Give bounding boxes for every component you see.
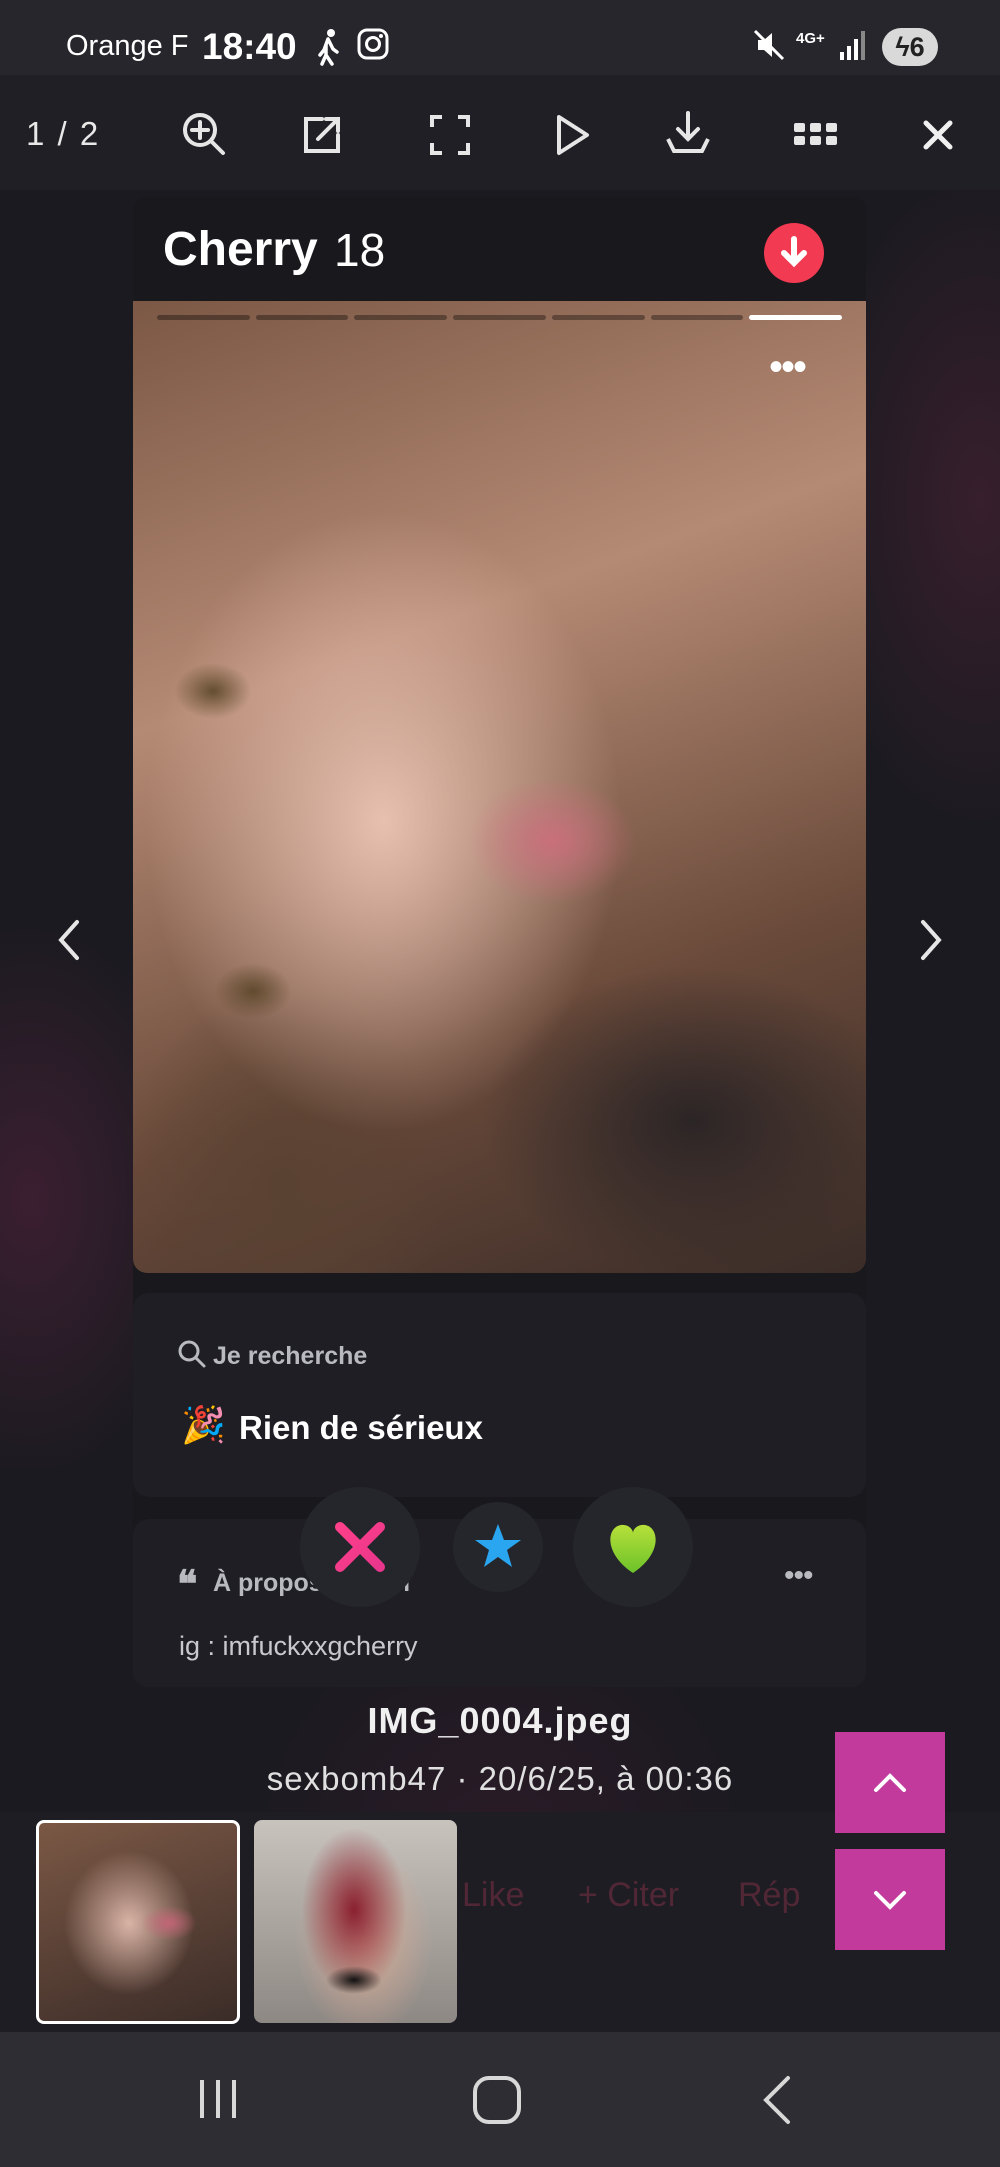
profile-header: Cherry 18 xyxy=(133,197,866,301)
download-icon[interactable] xyxy=(658,105,718,165)
profile-photo[interactable]: ••• xyxy=(133,301,866,1273)
more-options-icon[interactable]: ••• xyxy=(769,345,807,390)
progress-segment xyxy=(255,315,349,320)
carrier-label: Orange F xyxy=(66,30,189,62)
mute-icon xyxy=(753,29,785,61)
battery-level: 6 xyxy=(909,32,925,62)
heart-icon xyxy=(610,1524,656,1573)
instagram-icon xyxy=(357,28,389,60)
next-image-arrow[interactable] xyxy=(895,890,965,990)
battery-indicator: ϟ6 xyxy=(882,28,938,66)
progress-segment xyxy=(157,315,250,320)
back-icon[interactable] xyxy=(752,2072,802,2128)
chevron-down-icon xyxy=(874,1891,906,1910)
about-more-icon[interactable]: ••• xyxy=(784,1559,813,1593)
scroll-down-button[interactable] xyxy=(835,1849,945,1950)
clock: 18:40 xyxy=(202,26,297,67)
open-external-icon[interactable] xyxy=(292,105,352,165)
scroll-up-button[interactable] xyxy=(835,1732,945,1833)
image-counter: 1 / 2 xyxy=(26,115,101,152)
grid-icon[interactable] xyxy=(786,105,846,165)
close-icon[interactable] xyxy=(908,105,968,165)
search-icon xyxy=(178,1340,206,1368)
ghost-quote-label: + Citer xyxy=(578,1876,680,1914)
looking-for-value: Rien de sérieux xyxy=(239,1409,483,1446)
star-icon xyxy=(475,1524,521,1567)
network-label: 4G+ xyxy=(796,30,825,47)
recent-apps-icon[interactable] xyxy=(188,2074,248,2124)
status-bar: Orange F 18:40 4G+ ϟ6 xyxy=(0,0,1000,75)
party-popper-icon: 🎉 xyxy=(181,1404,226,1445)
nope-button[interactable] xyxy=(300,1487,420,1607)
previous-image-arrow[interactable] xyxy=(35,890,105,990)
profile-card: Cherry 18 ••• Je recherche 🎉 Rien de sér… xyxy=(133,197,866,1687)
ghost-like-label: Like xyxy=(462,1876,525,1914)
photo-progress-bar xyxy=(157,315,843,321)
quote-icon: ❝ xyxy=(177,1561,198,1606)
like-button[interactable] xyxy=(573,1487,693,1607)
progress-segment xyxy=(551,315,645,320)
progress-segment xyxy=(453,315,546,320)
progress-segment xyxy=(354,315,448,320)
superlike-button[interactable] xyxy=(453,1502,543,1592)
ghost-reply-label: Rép xyxy=(738,1876,801,1914)
home-icon[interactable] xyxy=(469,2072,525,2128)
play-icon[interactable] xyxy=(541,105,601,165)
thumbnail-1[interactable] xyxy=(36,1820,240,2024)
thumbnail-2[interactable] xyxy=(254,1820,457,2023)
progress-segment xyxy=(650,315,744,320)
battery-charging-icon: ϟ xyxy=(895,32,910,62)
profile-name: Cherry xyxy=(163,223,318,276)
viewer-toolbar: 1 / 2 xyxy=(0,75,1000,190)
download-badge-icon[interactable] xyxy=(764,223,824,283)
system-navigation-bar xyxy=(0,2032,1000,2167)
about-text: ig : imfuckxxgcherry xyxy=(179,1631,418,1661)
profile-age: 18 xyxy=(334,224,386,276)
signal-icon xyxy=(840,31,865,60)
looking-for-label: Je recherche xyxy=(213,1342,368,1370)
looking-for-section: Je recherche 🎉 Rien de sérieux xyxy=(133,1293,866,1497)
zoom-in-icon[interactable] xyxy=(175,105,235,165)
fullscreen-icon[interactable] xyxy=(420,105,480,165)
chevron-up-icon xyxy=(874,1773,906,1792)
cross-icon xyxy=(335,1522,385,1572)
progress-segment xyxy=(749,315,843,320)
walk-icon xyxy=(318,29,339,66)
